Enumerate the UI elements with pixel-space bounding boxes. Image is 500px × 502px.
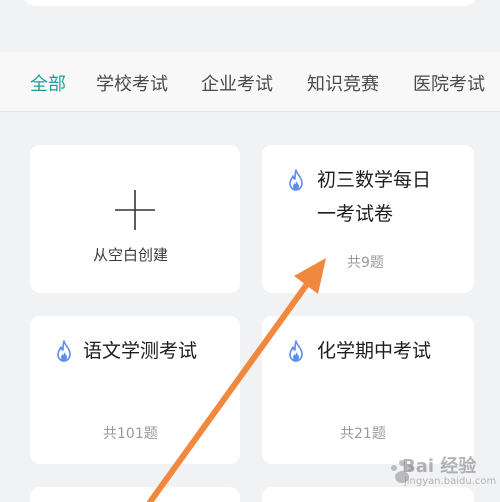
tab-all[interactable]: 全部 — [30, 70, 66, 96]
template-card[interactable]: 语文学测考试 共101题 — [30, 316, 240, 464]
question-count: 共101题 — [103, 426, 158, 442]
flame-icon — [289, 340, 303, 362]
plus-icon — [115, 190, 155, 230]
create-blank-card[interactable]: 从空白创建 — [30, 145, 240, 293]
category-tabs: 全部 学校考试 企业考试 知识竞赛 医院考试 — [0, 52, 500, 112]
question-count: 共9题 — [347, 255, 384, 271]
top-card — [22, 0, 478, 6]
create-blank-label: 从空白创建 — [93, 246, 169, 264]
tab-enterprise-exam[interactable]: 企业考试 — [201, 70, 273, 96]
template-title: 初三数学每日 一考试卷 — [317, 169, 432, 225]
screen: 全部 学校考试 企业考试 知识竞赛 医院考试 从空白创建 初三数学每日 一考试卷… — [0, 0, 500, 502]
question-count: 共21题 — [340, 426, 386, 442]
watermark-text: Bai 经验 — [402, 456, 477, 477]
watermark-subtext: jingyan.baidu.com — [404, 476, 497, 487]
flame-icon — [289, 169, 303, 191]
flame-icon — [57, 340, 71, 362]
template-title: 语文学测考试 — [83, 340, 198, 362]
tab-knowledge-contest[interactable]: 知识竞赛 — [307, 70, 379, 96]
template-title: 化学期中考试 — [317, 340, 432, 362]
template-card[interactable]: 初三数学每日 一考试卷 共9题 — [262, 145, 474, 293]
template-card[interactable]: 化学期中考试 共21题 — [262, 316, 474, 464]
tab-hospital-exam[interactable]: 医院考试 — [413, 70, 485, 96]
template-card-partial[interactable] — [30, 487, 240, 502]
tab-school-exam[interactable]: 学校考试 — [96, 70, 168, 96]
